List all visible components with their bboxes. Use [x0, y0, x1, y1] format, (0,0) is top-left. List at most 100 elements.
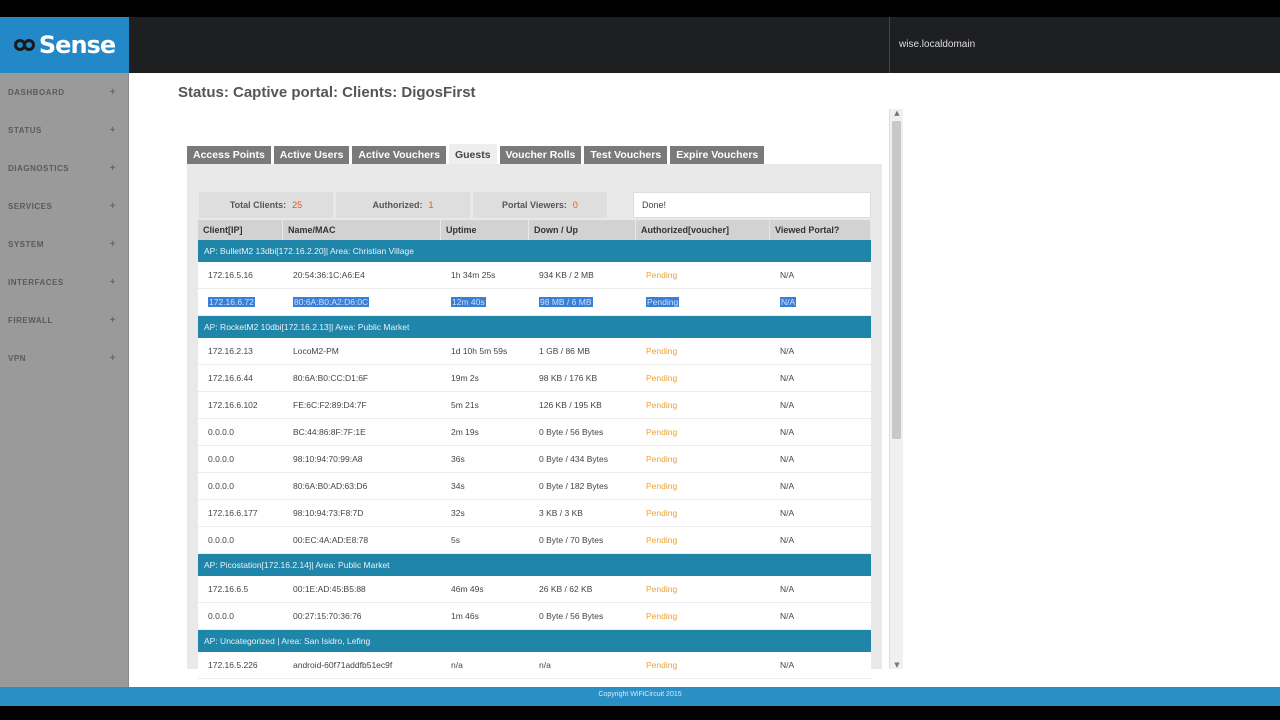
table-row[interactable]: 172.16.5.226 android-60f71addfb51ec9f n/a n…: [198, 652, 871, 679]
expand-plus-icon[interactable]: +: [110, 239, 116, 250]
table-row[interactable]: 0.0.0.0 80:6A:B0:AD:63:D6 34s 0 Byte / 182 …: [198, 473, 871, 500]
scroll-thumb[interactable]: [892, 121, 901, 439]
expand-plus-icon[interactable]: +: [110, 201, 116, 212]
uptime-cell: 5m 21s: [441, 392, 529, 418]
column-header[interactable]: Authorized[voucher]: [636, 220, 770, 240]
uptime-cell: 34s: [441, 473, 529, 499]
tab-expire-vouchers[interactable]: Expire Vouchers: [670, 146, 765, 164]
scroll-up-icon[interactable]: ▲: [892, 109, 902, 117]
authorized-cell-text: Pending: [646, 481, 678, 491]
table-row[interactable]: 172.16.6.72 80:6A:B0:A2:D6:0C 12m 40s 98 MB…: [198, 289, 871, 316]
hostname-label: wise.localdomain: [889, 17, 1280, 73]
sidebar-item-label: INTERFACES: [8, 277, 64, 287]
column-header[interactable]: Viewed Portal?: [770, 220, 871, 240]
table-row[interactable]: 172.16.6.102 FE:6C:F2:89:D4:7F 5m 21s 126 K…: [198, 392, 871, 419]
pfsense-logo[interactable]: Sense: [0, 17, 129, 73]
uptime-cell: 36s: [441, 446, 529, 472]
viewed-portal-cell-text: N/A: [780, 611, 795, 621]
traffic-cell: 0 Byte / 182 Bytes: [529, 473, 636, 499]
tab-test-vouchers[interactable]: Test Vouchers: [584, 146, 668, 164]
sidebar-item-firewall[interactable]: FIREWALL +: [0, 301, 128, 339]
table-row[interactable]: 172.16.5.16 20:54:36:1C:A6:E4 1h 34m 25s 93…: [198, 262, 871, 289]
column-header[interactable]: Client[IP]: [198, 220, 283, 240]
name-mac-cell: 20:54:36:1C:A6:E4: [283, 262, 441, 288]
table-row[interactable]: 172.16.6.5 00:1E:AD:45:B5:88 46m 49s 26 KB …: [198, 576, 871, 603]
authorized-cell-text: Pending: [646, 297, 680, 307]
client-ip-cell-text: 172.16.6.177: [208, 508, 258, 518]
sidebar-item-status[interactable]: STATUS +: [0, 111, 128, 149]
access-point-group-row: AP: RocketM2 10dbi[172.16.2.13]| Area: P…: [198, 316, 871, 338]
table-row[interactable]: 172.16.6.177 98:10:94:73:F8:7D 32s 3 KB / 3…: [198, 500, 871, 527]
name-mac-cell: android-60f71addfb51ec9f: [283, 652, 441, 678]
authorized-cell: Pending: [636, 576, 770, 602]
authorized-cell: Pending: [636, 652, 770, 678]
table-row[interactable]: 0.0.0.0 00:EC:4A:AD:E8:78 5s 0 Byte / 70 By…: [198, 527, 871, 554]
footer: Copyright WiFiCircuit 2015: [0, 687, 1280, 706]
traffic-cell-text: 126 KB / 195 KB: [539, 400, 602, 410]
column-header[interactable]: Name/MAC: [283, 220, 441, 240]
client-ip-cell-text: 172.16.2.13: [208, 346, 253, 356]
sidebar-item-vpn[interactable]: VPN +: [0, 339, 128, 377]
total-clients-counter: Total Clients: 25: [199, 192, 333, 218]
uptime-cell: 2m 19s: [441, 419, 529, 445]
table-row[interactable]: 0.0.0.0 98:10:94:70:99:A8 36s 0 Byte / 434 …: [198, 446, 871, 473]
table-row[interactable]: 0.0.0.0 00:27:15:70:36:76 1m 46s 0 Byte / 5…: [198, 603, 871, 630]
sidebar-item-services[interactable]: SERVICES +: [0, 187, 128, 225]
name-mac-cell-text: android-60f71addfb51ec9f: [293, 660, 393, 670]
column-header[interactable]: Uptime: [441, 220, 529, 240]
uptime-cell: n/a: [441, 652, 529, 678]
traffic-cell-text: 3 KB / 3 KB: [539, 508, 583, 518]
vertical-scrollbar[interactable]: ▲ ▼: [889, 109, 903, 669]
access-point-group-row: AP: Uncategorized | Area: San Isidro, Le…: [198, 630, 871, 652]
logo-mark-icon: [13, 36, 36, 54]
client-ip-cell: 172.16.2.13: [198, 338, 283, 364]
sidebar-item-diagnostics[interactable]: DIAGNOSTICS +: [0, 149, 128, 187]
column-header[interactable]: Down / Up: [529, 220, 636, 240]
traffic-cell: 98 MB / 6 MB: [529, 289, 636, 315]
name-mac-cell-text: LocoM2-PM: [293, 346, 339, 356]
table-row[interactable]: 172.16.6.44 80:6A:B0:CC:D1:6F 19m 2s 98 KB …: [198, 365, 871, 392]
tab-active-vouchers[interactable]: Active Vouchers: [352, 146, 446, 164]
name-mac-cell: 00:EC:4A:AD:E8:78: [283, 527, 441, 553]
sidebar-item-system[interactable]: SYSTEM +: [0, 225, 128, 263]
traffic-cell: 0 Byte / 70 Bytes: [529, 527, 636, 553]
name-mac-cell-text: 80:6A:B0:CC:D1:6F: [293, 373, 369, 383]
expand-plus-icon[interactable]: +: [110, 315, 116, 326]
traffic-cell: 26 KB / 62 KB: [529, 576, 636, 602]
total-clients-label: Total Clients:: [229, 200, 287, 210]
name-mac-cell-text: 98:10:94:73:F8:7D: [293, 508, 364, 518]
client-ip-cell-text: 172.16.5.16: [208, 270, 253, 280]
client-ip-cell: 172.16.6.102: [198, 392, 283, 418]
browser-viewport: Sense wise.localdomain DASHBOARD + STATUS +…: [0, 17, 1280, 706]
page-title: Status: Captive portal: Clients: DigosFi…: [178, 84, 476, 101]
traffic-cell: 934 KB / 2 MB: [529, 262, 636, 288]
viewed-portal-cell-text: N/A: [780, 297, 797, 307]
expand-plus-icon[interactable]: +: [110, 163, 116, 174]
sidebar-item-label: SYSTEM: [8, 239, 44, 249]
tab-active-users[interactable]: Active Users: [273, 146, 350, 164]
table-row[interactable]: 172.16.2.13 LocoM2-PM 1d 10h 5m 59s 1 GB / …: [198, 338, 871, 365]
uptime-cell-text: 34s: [451, 481, 465, 491]
table-row[interactable]: 0.0.0.0 BC:44:86:8F:7F:1E 2m 19s 0 Byte / 5…: [198, 419, 871, 446]
uptime-cell-text: n/a: [451, 660, 463, 670]
expand-plus-icon[interactable]: +: [110, 87, 116, 98]
tab-bar: Access Points Active Users Active Vouchers…: [187, 144, 765, 164]
traffic-cell: 98 KB / 176 KB: [529, 365, 636, 391]
authorized-cell-text: Pending: [646, 346, 678, 356]
client-ip-cell: 0.0.0.0: [198, 419, 283, 445]
sidebar-item-dashboard[interactable]: DASHBOARD +: [0, 73, 128, 111]
expand-plus-icon[interactable]: +: [110, 353, 116, 364]
tab-access-points[interactable]: Access Points: [187, 146, 271, 164]
name-mac-cell: FE:6C:F2:89:D4:7F: [283, 392, 441, 418]
sidebar-item-interfaces[interactable]: INTERFACES +: [0, 263, 128, 301]
expand-plus-icon[interactable]: +: [110, 125, 116, 136]
tab-guests[interactable]: Guests: [448, 144, 497, 164]
viewed-portal-cell-text: N/A: [780, 508, 795, 518]
scroll-down-icon[interactable]: ▼: [892, 661, 902, 669]
sidebar: DASHBOARD + STATUS + DIAGNOSTICS + SERVICES + SY…: [0, 73, 129, 706]
expand-plus-icon[interactable]: +: [110, 277, 116, 288]
traffic-cell: 0 Byte / 56 Bytes: [529, 419, 636, 445]
tab-voucher-rolls[interactable]: Voucher Rolls: [499, 146, 582, 164]
client-ip-cell-text: 172.16.6.72: [208, 297, 255, 307]
authorized-cell-text: Pending: [646, 400, 678, 410]
